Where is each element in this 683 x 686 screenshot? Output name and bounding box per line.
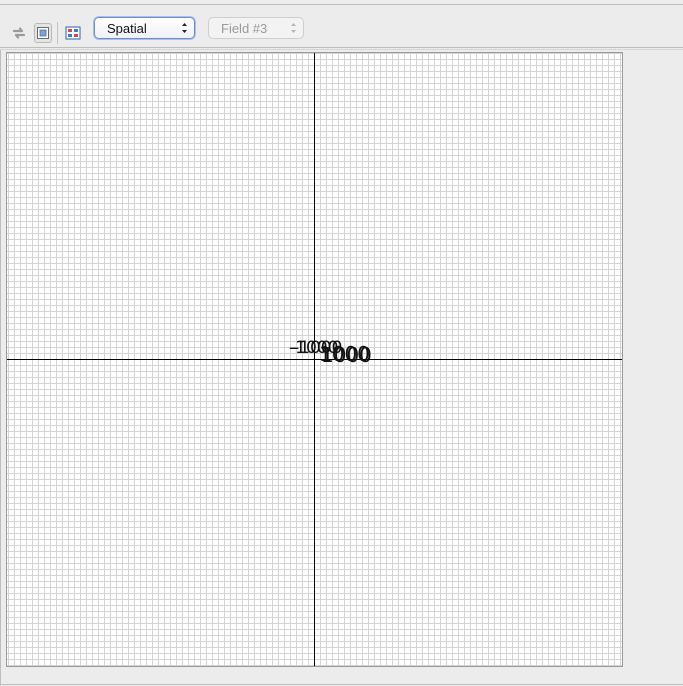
view-mode-value: Spatial xyxy=(107,20,147,36)
toolbar-separator xyxy=(57,22,58,44)
refresh-arrows-icon xyxy=(12,27,26,39)
bottom-border xyxy=(0,684,683,685)
toolbar: Spatial Field #3 xyxy=(0,5,683,49)
spatial-grid-svg: -1000 -1000 1000 1000 xyxy=(7,53,622,666)
field-select[interactable]: Field #3 xyxy=(208,17,304,39)
toolbar-divider xyxy=(0,47,683,48)
spatial-plot[interactable]: -1000 -1000 1000 1000 xyxy=(6,52,623,667)
y-max-label: 1000 xyxy=(321,343,372,367)
monitor-icon xyxy=(37,27,49,39)
grid-settings-button[interactable] xyxy=(64,23,82,43)
grid-settings-icon xyxy=(65,26,81,40)
select-arrows-icon xyxy=(291,23,296,33)
refresh-button[interactable] xyxy=(10,23,28,43)
field-select-value: Field #3 xyxy=(221,20,268,36)
view-mode-select[interactable]: Spatial xyxy=(94,17,195,39)
window-edge xyxy=(0,50,1,686)
display-button[interactable] xyxy=(34,23,52,43)
select-arrows-icon xyxy=(182,23,187,33)
toolbar-divider xyxy=(0,49,683,50)
